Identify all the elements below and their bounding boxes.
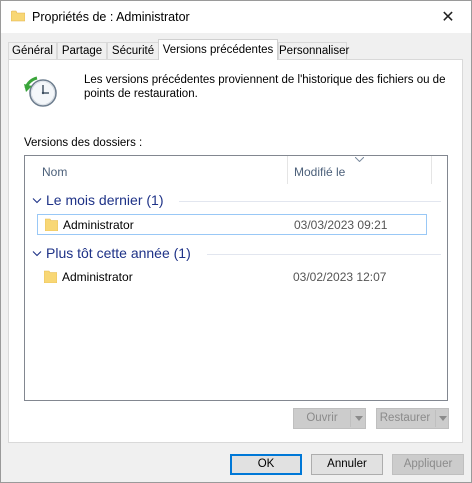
split-divider <box>350 410 351 427</box>
open-button[interactable]: Ouvrir <box>293 408 366 429</box>
tab-general[interactable]: Général <box>8 42 57 59</box>
group-last-month[interactable]: Le mois dernier (1) <box>25 190 447 212</box>
split-divider <box>435 410 436 427</box>
item-name: Administrator <box>62 270 133 284</box>
item-modified: 03/02/2023 12:07 <box>293 270 387 284</box>
folder-icon <box>45 218 58 231</box>
folder-versions-label: Versions des dossiers : <box>24 137 143 149</box>
column-divider[interactable] <box>287 156 288 184</box>
close-icon: ✕ <box>441 9 455 26</box>
chevron-down-icon[interactable] <box>439 416 447 421</box>
restore-clock-icon <box>24 76 57 107</box>
group-earlier-this-year[interactable]: Plus tôt cette année (1) <box>25 243 447 265</box>
list-item[interactable]: Administrator 03/02/2023 12:07 <box>37 267 427 288</box>
group-divider <box>207 254 441 255</box>
versions-list[interactable]: Nom Modifié le Le mois dernier (1) Admin… <box>24 155 448 401</box>
title-bar[interactable]: Propriétés de : Administrator ✕ <box>1 1 471 33</box>
tab-previous-versions[interactable]: Versions précédentes <box>158 39 278 60</box>
properties-dialog: Propriétés de : Administrator ✕ Général … <box>0 0 472 483</box>
info-text: Les versions précédentes proviennent de … <box>84 74 446 100</box>
chevron-down-icon[interactable] <box>32 250 42 258</box>
ok-button[interactable]: OK <box>230 454 302 475</box>
item-name: Administrator <box>63 218 134 232</box>
tab-customize[interactable]: Personnaliser <box>278 42 349 59</box>
cancel-button[interactable]: Annuler <box>311 454 383 475</box>
item-modified: 03/03/2023 09:21 <box>294 218 388 232</box>
chevron-down-icon[interactable] <box>355 416 363 421</box>
close-button[interactable]: ✕ <box>425 1 471 33</box>
tab-security[interactable]: Sécurité <box>107 42 159 59</box>
previous-versions-page: Les versions précédentes proviennent de … <box>8 59 463 443</box>
restore-button[interactable]: Restaurer <box>376 408 449 429</box>
list-item[interactable]: Administrator 03/03/2023 09:21 <box>37 214 427 235</box>
folder-icon <box>11 10 25 22</box>
open-button-label: Ouvrir <box>306 412 338 424</box>
group-title: Plus tôt cette année (1) <box>46 245 191 261</box>
folder-icon <box>44 270 57 283</box>
column-divider[interactable] <box>431 156 432 184</box>
apply-button[interactable]: Appliquer <box>392 454 464 475</box>
column-header-modified[interactable]: Modifié le <box>294 165 345 179</box>
sort-descending-icon <box>355 157 364 162</box>
group-divider <box>179 201 441 202</box>
window-title: Propriétés de : Administrator <box>32 10 190 24</box>
tab-sharing[interactable]: Partage <box>57 42 107 59</box>
list-header: Nom Modifié le <box>25 156 447 184</box>
group-title: Le mois dernier (1) <box>46 192 164 208</box>
restore-button-label: Restaurer <box>379 412 431 424</box>
column-header-name[interactable]: Nom <box>42 165 67 179</box>
chevron-down-icon[interactable] <box>32 197 42 205</box>
